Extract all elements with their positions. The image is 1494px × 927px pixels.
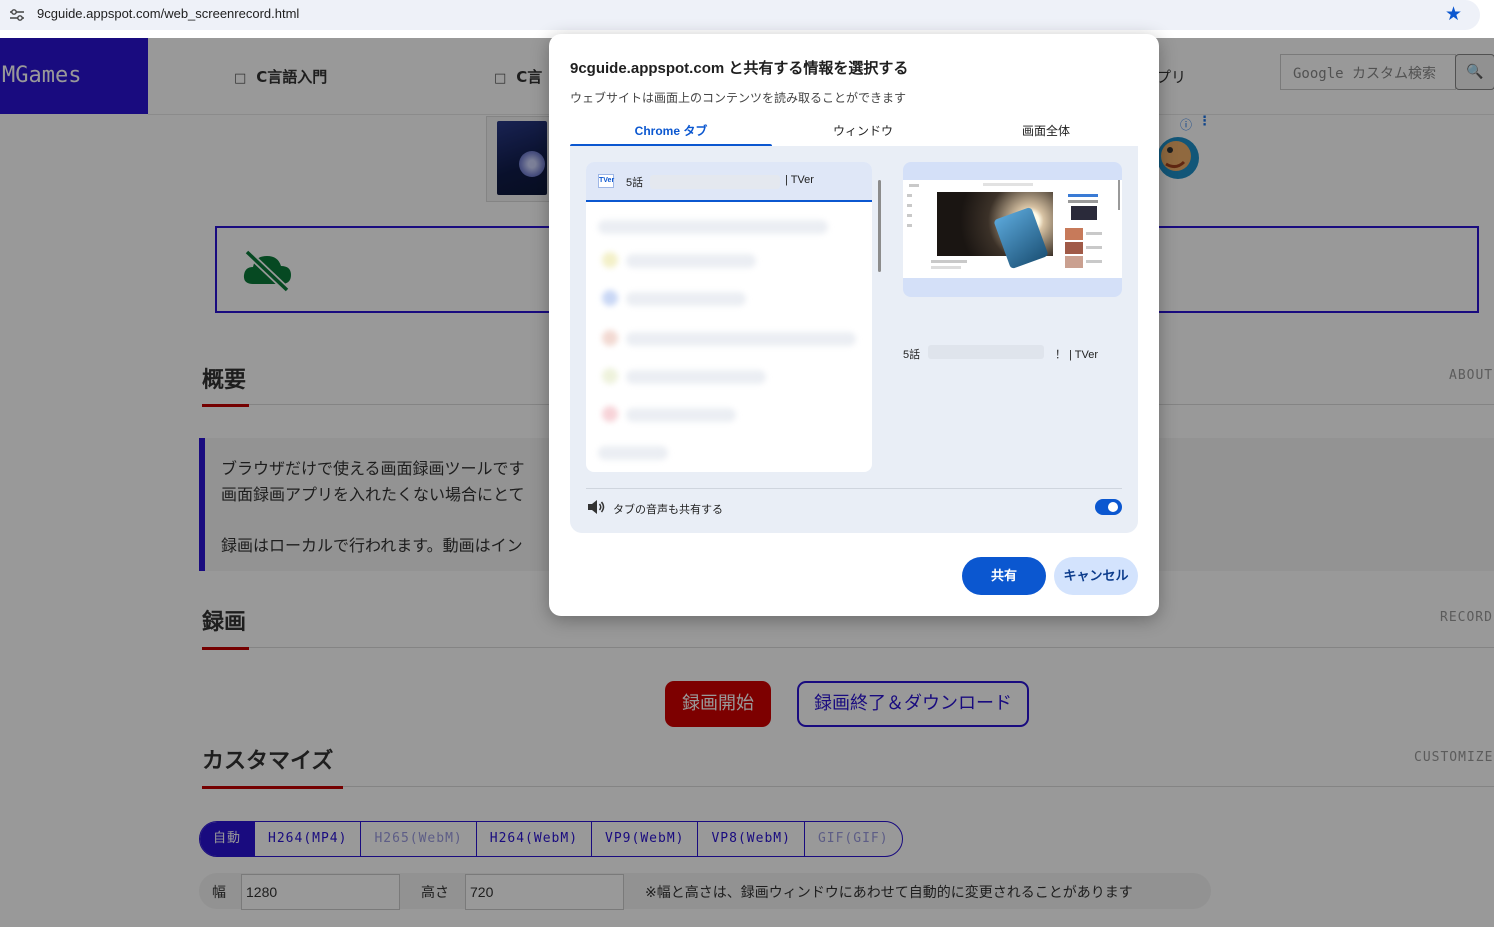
tab-preview [903,162,1122,297]
list-item-title-start: 5話 [626,177,644,189]
list-item[interactable] [626,370,766,384]
redacted-text [650,175,780,189]
url-text[interactable]: 9cguide.appspot.com/web_screenrecord.htm… [37,6,299,21]
list-scrollbar[interactable] [878,180,881,272]
tab-list[interactable]: TVer 5話 | TVer [586,162,872,472]
tab-entire-screen[interactable]: 画面全体 [945,122,1147,146]
share-button[interactable]: 共有 [962,557,1046,595]
favicon-icon [602,290,618,306]
audio-divider [586,488,1122,489]
favicon-icon [602,330,618,346]
favicon-icon [602,252,618,268]
dialog-subtitle: ウェブサイトは画面上のコンテンツを読み取ることができます [570,91,907,105]
tune-icon[interactable] [9,8,25,22]
tver-favicon-icon: TVer [598,174,614,188]
share-panel: TVer 5話 | TVer 5話 ！ | TVer タブの音声も共有する [570,146,1138,533]
list-item[interactable] [598,446,668,460]
screen-share-dialog: 9cguide.appspot.com と共有する情報を選択する ウェブサイトは… [549,34,1159,616]
favicon-icon [602,368,618,384]
list-item[interactable] [626,408,736,422]
audio-share-label: タブの音声も共有する [613,504,723,516]
preview-thumbnail [903,180,1122,278]
preview-caption-end: ！ | TVer [1055,349,1099,361]
tab-window[interactable]: ウィンドウ [762,122,964,146]
list-item[interactable] [626,254,756,268]
star-icon[interactable]: ★ [1445,4,1462,24]
list-item-title-end: | TVer [785,174,814,186]
list-item[interactable] [626,332,856,346]
browser-toolbar: 9cguide.appspot.com/web_screenrecord.htm… [0,0,1494,38]
redacted-text [928,345,1044,359]
cancel-button[interactable]: キャンセル [1054,557,1138,595]
preview-video-frame [937,192,1053,270]
favicon-icon [602,406,618,422]
preview-caption-start: 5話 [903,349,921,361]
tab-chrome-tab[interactable]: Chrome タブ [570,122,772,146]
toggle-knob [1108,502,1118,512]
dialog-title: 9cguide.appspot.com と共有する情報を選択する [570,60,909,77]
list-item-selected[interactable]: TVer 5話 | TVer [586,162,872,202]
list-item[interactable] [626,292,746,306]
audio-share-toggle[interactable] [1095,499,1122,515]
speaker-icon [588,500,605,514]
address-bar[interactable]: 9cguide.appspot.com/web_screenrecord.htm… [0,0,1480,30]
list-item[interactable] [598,220,828,234]
